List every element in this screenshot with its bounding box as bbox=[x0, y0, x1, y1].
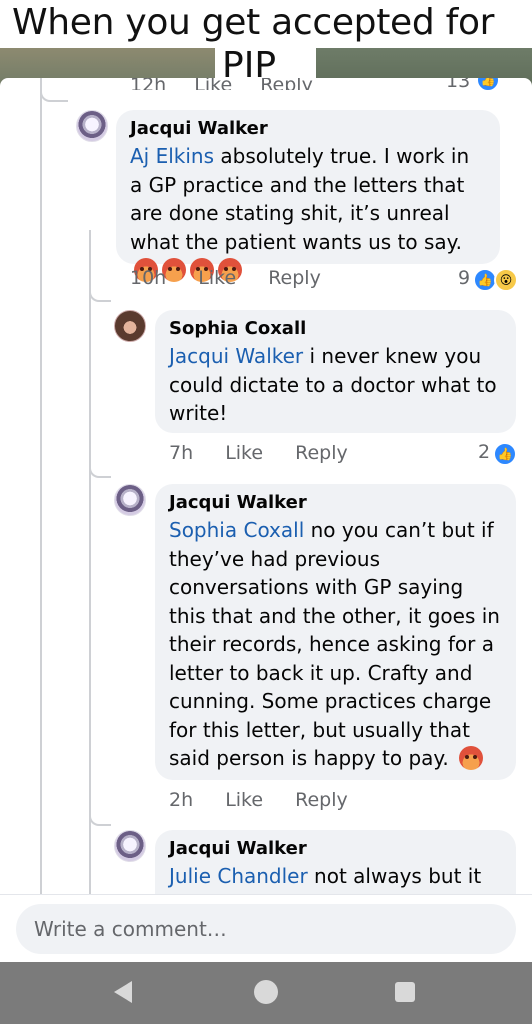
thread-connector bbox=[40, 78, 68, 102]
comment-input[interactable] bbox=[16, 904, 516, 954]
comment-author[interactable]: Jacqui Walker bbox=[169, 836, 502, 862]
reply-connector-2 bbox=[89, 454, 111, 478]
avatar[interactable] bbox=[114, 310, 146, 342]
comment-actions: 10h Like Reply bbox=[130, 267, 321, 289]
comment-author[interactable]: Sophia Coxall bbox=[169, 316, 502, 342]
like-button[interactable]: Like bbox=[225, 442, 263, 464]
reply-button[interactable]: Reply bbox=[295, 789, 348, 811]
thread-line-outer bbox=[40, 78, 42, 898]
comment-time[interactable]: 10h bbox=[130, 267, 166, 289]
reply-button[interactable]: Reply bbox=[295, 442, 348, 464]
comment-mention[interactable]: Julie Chandler bbox=[169, 864, 308, 888]
comment-actions: 2h Like Reply bbox=[169, 789, 348, 811]
avatar[interactable] bbox=[114, 484, 146, 516]
comment-bubble[interactable]: Sophia Coxall Jacqui Walker i never knew… bbox=[155, 310, 516, 433]
previous-comment-time: 12h bbox=[130, 78, 167, 90]
comments-sheet: 12h Like Reply 13 👍 Jacqui Walker Aj Elk… bbox=[0, 78, 532, 978]
avatar[interactable] bbox=[114, 830, 146, 862]
like-reaction-icon: 👍 bbox=[493, 442, 517, 466]
reaction-count[interactable]: 2 bbox=[478, 441, 490, 463]
comment-author[interactable]: Jacqui Walker bbox=[130, 116, 486, 142]
caption-line-1: When you get accepted for bbox=[12, 2, 495, 43]
screen: When you get accepted for PIP 12h Like R… bbox=[0, 0, 532, 1024]
comment-text: no you can’t but if they’ve had previous… bbox=[169, 518, 500, 770]
previous-like-button[interactable]: Like bbox=[194, 78, 232, 90]
previous-reaction-count: 13 bbox=[446, 78, 471, 92]
comment-mention[interactable]: Jacqui Walker bbox=[169, 344, 303, 368]
comment-time[interactable]: 7h bbox=[169, 442, 193, 464]
reply-connector-1 bbox=[89, 278, 111, 302]
angry-emoji-row bbox=[459, 745, 487, 774]
thread-line-inner bbox=[89, 230, 91, 898]
comment-text: not always but it bbox=[307, 864, 482, 888]
like-button[interactable]: Like bbox=[198, 267, 236, 289]
reply-button[interactable]: Reply bbox=[268, 267, 321, 289]
wow-reaction-icon: 😮 bbox=[494, 268, 518, 292]
back-triangle-icon[interactable] bbox=[114, 981, 132, 1003]
avatar[interactable] bbox=[76, 110, 108, 142]
reply-connector-3 bbox=[89, 802, 111, 826]
like-button[interactable]: Like bbox=[225, 789, 263, 811]
comment-bubble[interactable]: Jacqui Walker Aj Elkins absolutely true.… bbox=[116, 110, 500, 283]
previous-reply-button[interactable]: Reply bbox=[260, 78, 313, 90]
comment-time[interactable]: 2h bbox=[169, 789, 193, 811]
reaction-count[interactable]: 9 bbox=[458, 267, 470, 289]
comment-actions: 7h Like Reply bbox=[169, 442, 348, 464]
angry-emoji-icon bbox=[459, 746, 484, 771]
recents-square-icon[interactable] bbox=[395, 982, 415, 1002]
comment-author[interactable]: Jacqui Walker bbox=[169, 490, 502, 516]
comment-mention[interactable]: Sophia Coxall bbox=[169, 518, 304, 542]
comment-mention[interactable]: Aj Elkins bbox=[130, 144, 214, 168]
home-circle-icon[interactable] bbox=[254, 980, 278, 1004]
comment-bubble[interactable]: Jacqui Walker Sophia Coxall no you can’t… bbox=[155, 484, 516, 780]
